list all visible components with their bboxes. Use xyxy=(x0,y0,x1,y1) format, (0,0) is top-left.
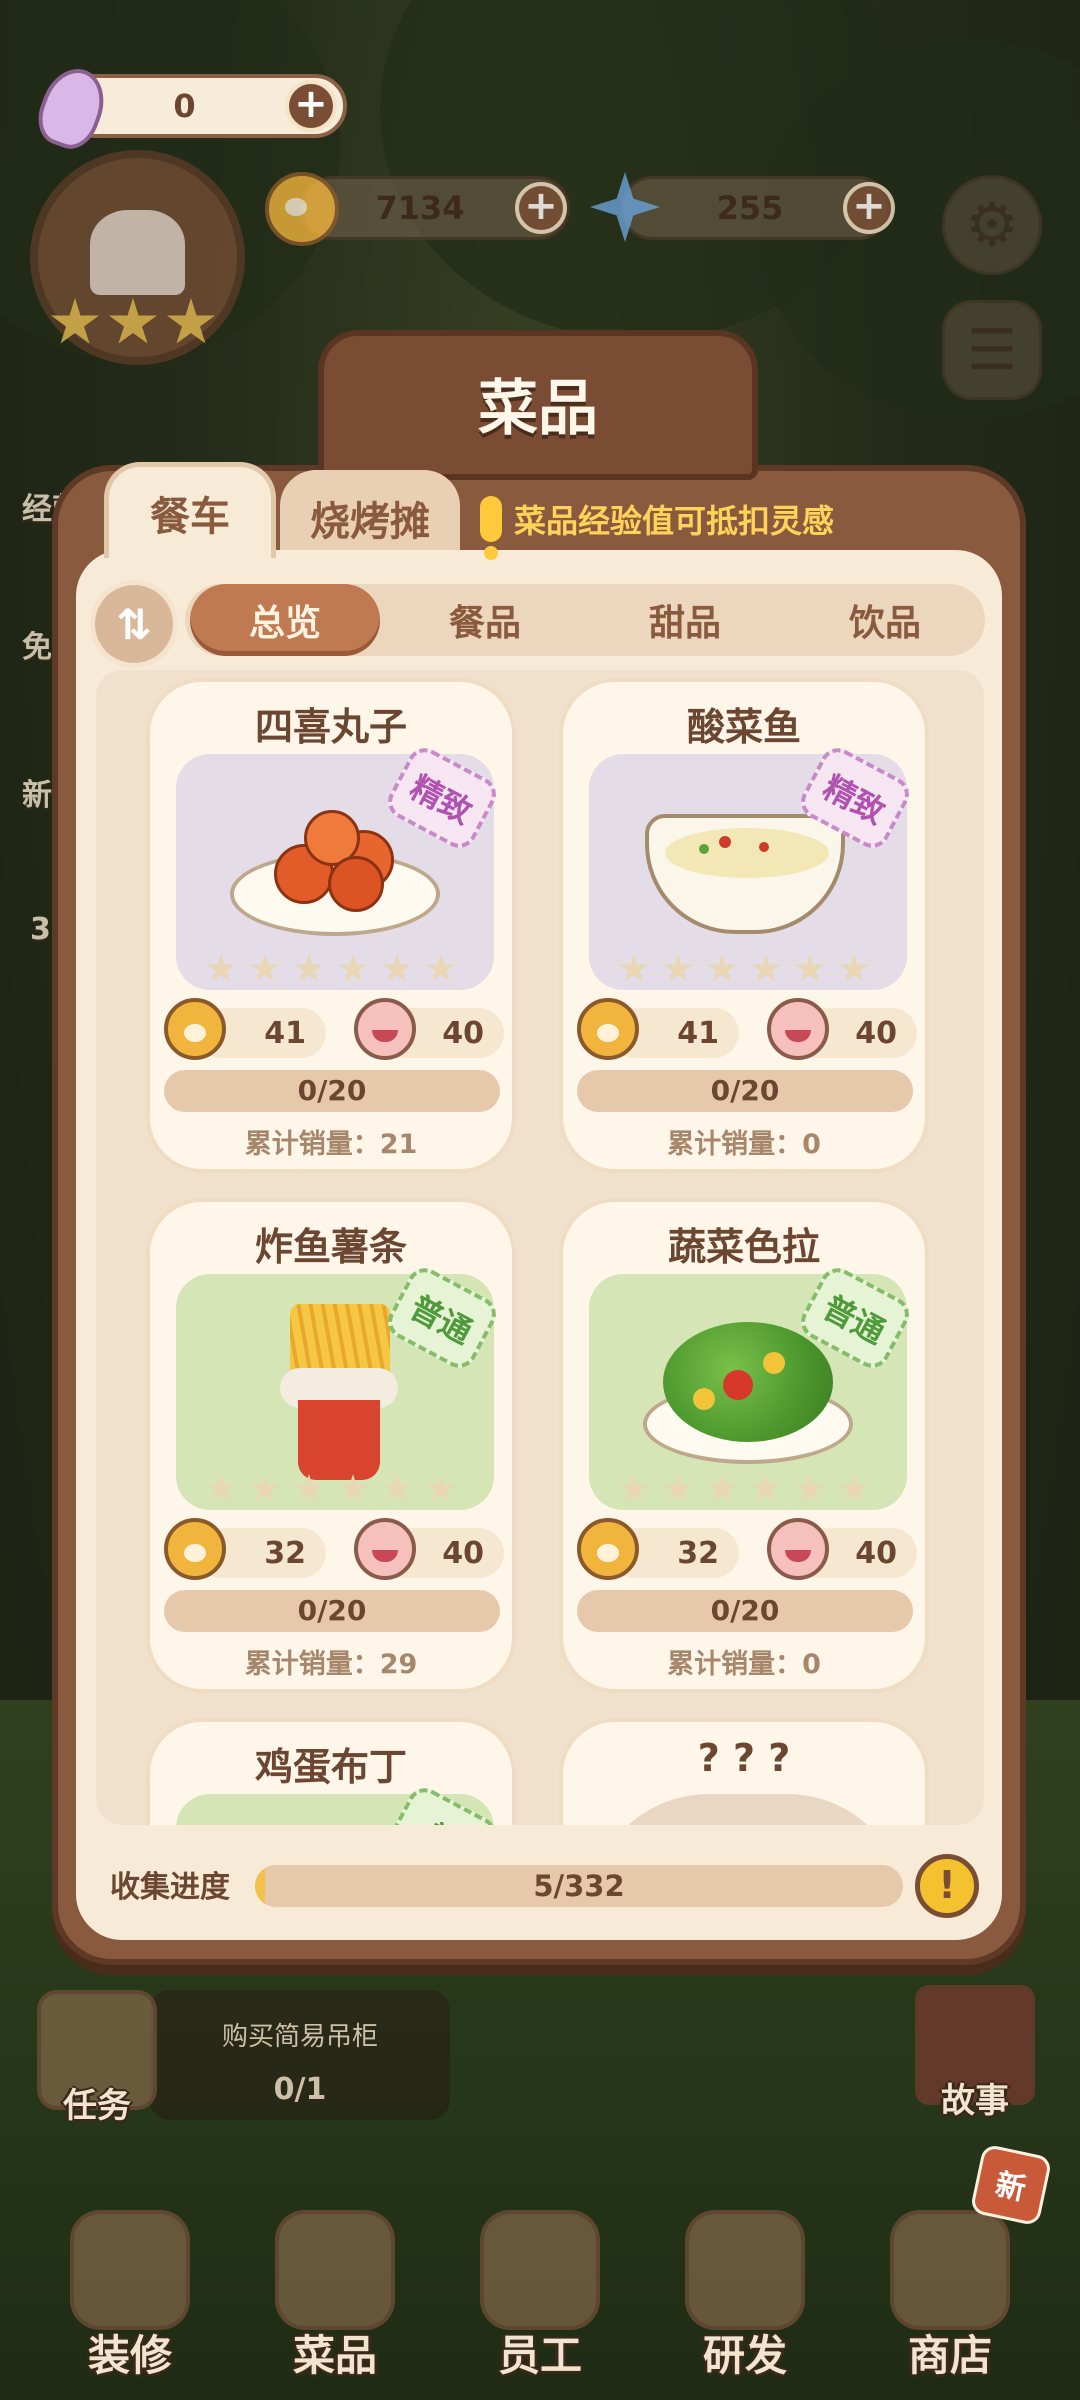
nav-research-label: 研发 xyxy=(702,2331,787,2380)
dish-total-sales: 累计销量：0 xyxy=(667,1649,821,1680)
staff-badge-icon xyxy=(480,2210,600,2330)
cooking-pot-icon xyxy=(685,2210,805,2330)
scene-label-number: 3 xyxy=(30,912,51,947)
panel-title: 菜品 xyxy=(478,374,598,444)
task-popup-count: 0/1 xyxy=(273,2072,327,2107)
dish-card[interactable]: 四喜丸子 精致 41 40 0/20 累计销量：21 xyxy=(146,678,516,1173)
restaurant-star-rating xyxy=(50,298,216,348)
paw-coin-icon xyxy=(577,998,639,1060)
dish-card[interactable]: 炸鱼薯条 普通 32 40 0/20 累计销量：29 xyxy=(146,1198,516,1693)
dish-star-rating xyxy=(206,954,456,984)
smile-icon xyxy=(767,998,829,1060)
filter-desserts[interactable]: 甜品 xyxy=(590,584,780,656)
dish-name: 四喜丸子 xyxy=(254,705,407,749)
smile-icon xyxy=(354,998,416,1060)
dish-exp-progress: 0/20 xyxy=(577,1070,913,1112)
dish-list[interactable]: 四喜丸子 精致 41 40 0/20 累计销量：21 酸菜鱼 精致 41 40 … xyxy=(96,670,984,1825)
dish-total-sales: 累计销量：29 xyxy=(244,1649,418,1680)
scene-label-new[interactable]: 新 xyxy=(22,770,52,814)
nav-staff[interactable]: 员工 xyxy=(455,2210,625,2390)
sort-button[interactable]: ⇅ xyxy=(90,580,178,668)
dish-card[interactable]: 蔬菜色拉 普通 32 40 0/20 累计销量：0 xyxy=(559,1198,929,1693)
dish-name: 酸菜鱼 xyxy=(686,705,801,749)
nav-research[interactable]: 研发 xyxy=(660,2210,830,2390)
add-gem-button[interactable]: + xyxy=(843,182,895,234)
paw-coin-value: 7134 xyxy=(375,189,465,227)
filter-drinks[interactable]: 饮品 xyxy=(790,584,980,656)
nav-decorate-label: 装修 xyxy=(87,2331,172,2380)
collection-progress-text: 5/332 xyxy=(533,1869,625,1903)
settings-button[interactable]: ⚙ xyxy=(942,175,1042,275)
story-button-label: 故事 xyxy=(941,2081,1009,2121)
meatball-illustration xyxy=(274,810,394,912)
shop-icon xyxy=(890,2210,1010,2330)
collection-info-button[interactable]: ! xyxy=(915,1854,979,1918)
dish-total-sales: 累计销量：21 xyxy=(244,1129,418,1160)
utensils-icon xyxy=(275,2210,395,2330)
paw-coin-icon xyxy=(265,172,339,246)
nav-dishes-label: 菜品 xyxy=(292,2331,377,2380)
inspiration-value: 0 xyxy=(173,87,196,125)
paw-coin-icon xyxy=(164,998,226,1060)
exclamation-icon: ! xyxy=(938,1863,956,1907)
add-inspiration-button[interactable]: + xyxy=(285,80,337,132)
dish-star-rating xyxy=(206,1474,456,1504)
dish-star-rating xyxy=(619,1474,869,1504)
paw-coin-icon xyxy=(577,1518,639,1580)
collection-label: 收集进度 xyxy=(110,1870,230,1905)
dish-exp-progress: 0/20 xyxy=(577,1590,913,1632)
add-paw-coin-button[interactable]: + xyxy=(515,182,567,234)
smile-icon xyxy=(767,1518,829,1580)
dish-card[interactable]: 酸菜鱼 精致 41 40 0/20 累计销量：0 xyxy=(559,678,929,1173)
dish-name: 炸鱼薯条 xyxy=(254,1225,407,1269)
nav-staff-label: 员工 xyxy=(497,2331,582,2380)
collection-progress-fill xyxy=(255,1865,265,1907)
new-badge: 新 xyxy=(969,2143,1053,2227)
task-button-label: 任务 xyxy=(63,2086,131,2126)
nav-shop[interactable]: 商店 xyxy=(865,2210,1035,2390)
gem-value: 255 xyxy=(716,189,784,227)
task-popup-title: 购买简易吊柜 xyxy=(221,2022,378,2052)
story-button[interactable]: 故事 xyxy=(890,1985,1060,2165)
exclamation-icon xyxy=(480,496,502,560)
dish-total-sales: 累计销量：0 xyxy=(667,1129,821,1160)
paint-bucket-icon xyxy=(70,2210,190,2330)
chef-hat-icon xyxy=(90,210,185,295)
dish-name: 鸡蛋布丁 xyxy=(254,1745,407,1789)
tab-food-truck[interactable]: 餐车 xyxy=(104,462,276,558)
dish-card-locked[interactable]: ? ? ? xyxy=(559,1718,929,1825)
dish-name: 蔬菜色拉 xyxy=(667,1225,820,1269)
task-button[interactable]: 任务 xyxy=(12,1990,182,2170)
exp-hint: 菜品经验值可抵扣灵感 xyxy=(480,496,835,560)
dish-image-placeholder xyxy=(589,1794,907,1825)
dish-star-rating xyxy=(619,954,869,984)
scene-label-free[interactable]: 免 xyxy=(22,622,52,666)
paw-coin-icon xyxy=(164,1518,226,1580)
smile-icon xyxy=(354,1518,416,1580)
fish-pot-illustration xyxy=(645,814,845,934)
dish-exp-progress: 0/20 xyxy=(164,1590,500,1632)
gear-icon: ⚙ xyxy=(965,190,1019,260)
nav-dishes[interactable]: 菜品 xyxy=(250,2210,420,2390)
nav-shop-label: 商店 xyxy=(907,2331,992,2380)
fries-illustration xyxy=(280,1304,398,1484)
salad-illustration xyxy=(663,1322,833,1442)
filter-overview[interactable]: 总览 xyxy=(190,584,380,656)
dish-name: ? ? ? xyxy=(697,1736,791,1780)
list-icon: ☰ xyxy=(966,317,1018,383)
sort-icon: ⇅ xyxy=(116,599,152,649)
menu-button[interactable]: ☰ xyxy=(942,300,1042,400)
exp-hint-text: 菜品经验值可抵扣灵感 xyxy=(514,502,835,540)
dish-card[interactable]: 鸡蛋布丁 普 xyxy=(146,1718,516,1825)
filter-meals[interactable]: 餐品 xyxy=(390,584,580,656)
nav-decorate[interactable]: 装修 xyxy=(45,2210,215,2390)
collection-progress-bar: 5/332 xyxy=(255,1865,903,1907)
dish-exp-progress: 0/20 xyxy=(164,1070,500,1112)
